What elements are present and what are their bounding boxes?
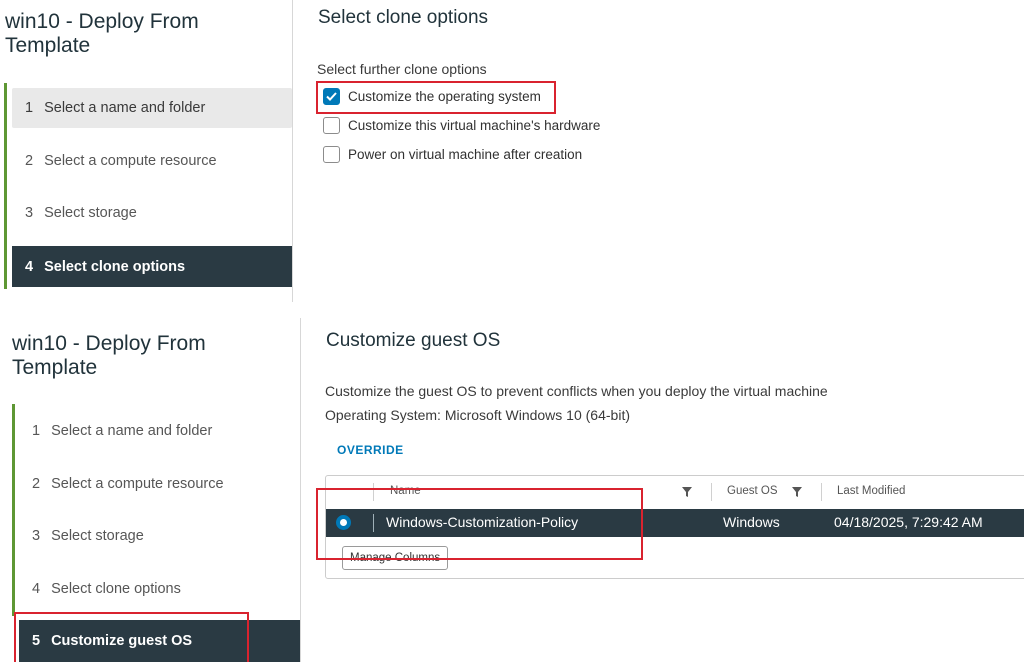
step-number: 1: [25, 100, 34, 116]
column-separator: [711, 483, 712, 501]
filter-icon[interactable]: [792, 487, 802, 497]
step-select-compute-resource[interactable]: 2 Select a compute resource: [19, 464, 299, 504]
step-label: Select a compute resource: [44, 153, 217, 169]
step-number: 3: [25, 205, 34, 221]
sidebar-divider: [292, 0, 293, 302]
wizard-title-line2: Template: [12, 356, 98, 379]
step-number: 5: [32, 633, 41, 649]
step-select-storage[interactable]: 3 Select storage: [12, 193, 292, 233]
step-select-clone-options[interactable]: 4 Select clone options: [12, 246, 292, 287]
option-customize-os[interactable]: Customize the operating system: [323, 88, 541, 105]
step-label: Select clone options: [51, 581, 181, 597]
step-select-compute-resource[interactable]: 2 Select a compute resource: [12, 141, 292, 181]
step-number: 3: [32, 528, 41, 544]
override-button[interactable]: OVERRIDE: [337, 443, 404, 457]
step-number: 4: [32, 581, 41, 597]
step-select-name-folder[interactable]: 1 Select a name and folder: [12, 88, 292, 128]
power-on-checkbox[interactable]: [323, 146, 340, 163]
step-label: Select a compute resource: [51, 476, 224, 492]
sidebar-divider: [300, 318, 301, 662]
cell-name: Windows-Customization-Policy: [386, 514, 579, 530]
page-title: Customize guest OS: [326, 330, 501, 351]
customization-spec-table: Name Guest OS Last Modified Windows-Cust…: [325, 475, 1024, 579]
step-number: 1: [32, 423, 41, 439]
column-header-name[interactable]: Name: [390, 485, 421, 497]
step-number: 2: [25, 153, 34, 169]
step-customize-guest-os[interactable]: 5 Customize guest OS: [19, 620, 300, 662]
cell-last-modified: 04/18/2025, 7:29:42 AM: [834, 514, 983, 530]
wizard-title-line1: win10 - Deploy From: [12, 332, 206, 355]
option-label: Customize the operating system: [348, 89, 541, 104]
filter-icon[interactable]: [682, 487, 692, 497]
customize-description: Customize the guest OS to prevent confli…: [325, 383, 828, 399]
deploy-wizard-step-4-panel: win10 - Deploy From Template 1 Select a …: [0, 0, 1024, 302]
column-separator: [821, 483, 822, 501]
wizard-step-list: [4, 83, 7, 289]
clone-options-subtitle: Select further clone options: [317, 61, 487, 77]
step-number: 2: [32, 476, 41, 492]
option-label: Customize this virtual machine's hardwar…: [348, 118, 601, 133]
step-label: Select storage: [44, 205, 137, 221]
column-separator: [373, 483, 374, 501]
option-customize-hardware[interactable]: Customize this virtual machine's hardwar…: [323, 117, 600, 134]
step-number: 4: [25, 258, 34, 275]
page-title: Select clone options: [318, 7, 489, 28]
wizard-title-line1: win10 - Deploy From: [5, 10, 199, 33]
row-separator: [373, 514, 374, 532]
step-label: Select a name and folder: [51, 423, 213, 439]
option-label: Power on virtual machine after creation: [348, 147, 583, 162]
step-label: Select a name and folder: [44, 100, 206, 116]
column-header-guest-os[interactable]: Guest OS: [727, 485, 778, 497]
step-label: Customize guest OS: [51, 633, 193, 649]
cell-guest-os: Windows: [723, 514, 780, 530]
radio-selected-icon[interactable]: [336, 515, 351, 530]
customize-os-checkbox[interactable]: [323, 88, 340, 105]
wizard-title-line2: Template: [5, 34, 91, 57]
step-select-storage[interactable]: 3 Select storage: [19, 516, 299, 556]
step-label: Select clone options: [44, 258, 186, 275]
wizard-title: win10 - Deploy From Template: [12, 332, 206, 380]
option-power-on[interactable]: Power on virtual machine after creation: [323, 146, 582, 163]
table-header: Name Guest OS Last Modified: [326, 476, 1024, 508]
deploy-wizard-step-5-panel: win10 - Deploy From Template 1 Select a …: [0, 318, 1024, 662]
checkmark-icon: [326, 92, 337, 101]
manage-columns-button[interactable]: Manage Columns: [342, 546, 449, 570]
wizard-step-list: [12, 404, 15, 616]
table-row[interactable]: Windows-Customization-Policy Windows 04/…: [326, 509, 1024, 537]
operating-system-label: Operating System: Microsoft Windows 10 (…: [325, 407, 630, 423]
wizard-title: win10 - Deploy From Template: [5, 10, 199, 58]
step-label: Select storage: [51, 528, 144, 544]
customize-hardware-checkbox[interactable]: [323, 117, 340, 134]
step-select-clone-options[interactable]: 4 Select clone options: [19, 569, 299, 609]
column-header-last-modified[interactable]: Last Modified: [837, 485, 905, 497]
step-select-name-folder[interactable]: 1 Select a name and folder: [19, 411, 299, 451]
